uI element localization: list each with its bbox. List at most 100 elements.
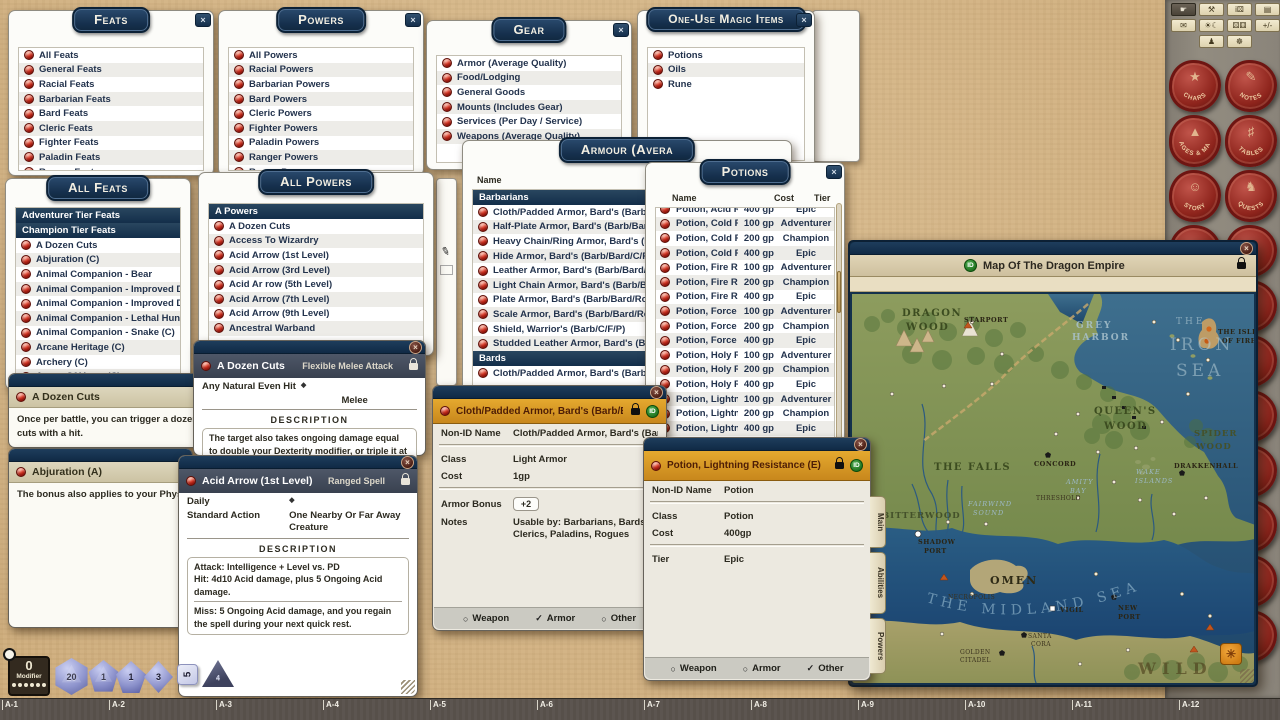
radio-mark-icon[interactable]: ○	[601, 614, 606, 624]
plus-minus-button[interactable]: +/-	[1255, 19, 1280, 32]
radio-mark-icon[interactable]: ○	[743, 664, 748, 674]
window-bar[interactable]: ×	[644, 438, 870, 451]
die-d20[interactable]: 20	[54, 658, 89, 695]
link-orb-icon[interactable]	[478, 368, 488, 378]
table-row[interactable]: Potion, Lightning Resistar 400 gp Epic	[656, 421, 834, 436]
die-d10[interactable]: 1	[116, 661, 146, 693]
power-description[interactable]: Attack: Intelligence + Level vs. PD Hit:…	[187, 557, 409, 635]
radio-mark-icon[interactable]: ✓	[807, 663, 815, 674]
link-orb-icon[interactable]	[214, 323, 224, 333]
link-orb-icon[interactable]	[21, 299, 31, 309]
list-item[interactable]: Bard Powers	[229, 92, 413, 107]
tab-powers[interactable]: Powers	[870, 618, 886, 674]
character-button[interactable]: ♟	[1199, 35, 1224, 48]
window-bar[interactable]: ×	[194, 341, 425, 354]
seal-images-maps[interactable]: ▲IMAGES & MAPS	[1169, 115, 1221, 167]
modifier-box[interactable]: 0 Modifier	[8, 656, 50, 696]
identified-icon[interactable]: ID	[850, 459, 863, 472]
close-icon[interactable]: ×	[1240, 242, 1253, 255]
group-bar[interactable]: Champion Tier Feats	[16, 223, 180, 238]
link-orb-icon[interactable]	[442, 102, 452, 112]
table-row[interactable]: Potion, Acid Resistance ( 400 gp Epic	[656, 207, 834, 217]
list-item[interactable]: All Powers	[229, 48, 413, 63]
list-item[interactable]: Acid Arrow (1st Level)	[209, 248, 423, 263]
link-orb-icon[interactable]	[24, 152, 34, 162]
window-title-gear[interactable]: Gear	[491, 17, 566, 43]
identified-icon[interactable]: ID	[646, 405, 659, 418]
table-row[interactable]: Potion, Fire Resistance (A 100 gp Advent…	[656, 260, 834, 275]
link-orb-icon[interactable]	[21, 357, 31, 367]
field-value[interactable]: Usable by: Barbarians, Bards, Clerics, P…	[513, 517, 653, 542]
table-list-button[interactable]: ▤	[1255, 3, 1280, 16]
link-orb-icon[interactable]	[24, 65, 34, 75]
window-title-all-feats[interactable]: All Feats	[46, 175, 150, 201]
list-item[interactable]: Archery (C)	[16, 355, 180, 370]
list-item[interactable]: Fighter Powers	[229, 121, 413, 136]
list-item[interactable]: Cleric Feats	[19, 121, 203, 136]
table-row[interactable]: Potion, Cold Resistance (C 200 gp Champi…	[656, 231, 834, 246]
link-orb-icon[interactable]	[234, 123, 244, 133]
list-item[interactable]: Arcane Heritage (C)	[16, 340, 180, 355]
list-item[interactable]: Barbarian Powers	[229, 77, 413, 92]
link-orb-icon[interactable]	[24, 123, 34, 133]
dice-info-button[interactable]: i⚄	[1227, 3, 1252, 16]
map-image[interactable]: The Midland Sea DragonWoodStarportGreyHa…	[852, 294, 1254, 683]
table-row[interactable]: Potion, Cold Resistance (E 400 gp Epic	[656, 246, 834, 261]
link-orb-icon[interactable]	[660, 233, 670, 243]
list-item[interactable]: Paladin Powers	[229, 136, 413, 151]
link-orb-icon[interactable]	[234, 138, 244, 148]
identified-icon[interactable]: ID	[964, 259, 977, 272]
table-row[interactable]: Potion, Holy Resistance (A 100 gp Advent…	[656, 348, 834, 363]
die-d8[interactable]: 3	[144, 661, 173, 693]
list-item[interactable]: Rune	[648, 77, 804, 92]
window-title-potions[interactable]: Potions	[700, 159, 791, 185]
link-orb-icon[interactable]	[651, 461, 661, 471]
list-item[interactable]: Potions	[648, 48, 804, 63]
seal-story[interactable]: ☺STORY	[1169, 170, 1221, 222]
link-orb-icon[interactable]	[478, 280, 488, 290]
link-orb-icon[interactable]	[24, 94, 34, 104]
map-share-icon[interactable]: ✳	[1220, 643, 1242, 665]
map-title-bar[interactable]: ID Map Of The Dragon Empire	[850, 255, 1256, 277]
tab-abilities[interactable]: Abilities	[870, 552, 886, 614]
tab-main[interactable]: Main	[870, 496, 886, 548]
link-orb-icon[interactable]	[16, 467, 26, 477]
close-icon[interactable]: ×	[650, 386, 663, 399]
list-item[interactable]: Armor (Average Quality)	[437, 56, 621, 71]
lock-icon[interactable]	[835, 462, 844, 469]
link-orb-icon[interactable]	[234, 50, 244, 60]
link-orb-icon[interactable]	[653, 65, 663, 75]
link-orb-icon[interactable]	[478, 295, 488, 305]
table-row[interactable]: Potion, Fire Resistance (C 200 gp Champi…	[656, 275, 834, 290]
link-orb-icon[interactable]	[653, 50, 663, 60]
window-title-powers[interactable]: Powers	[276, 7, 366, 33]
list-item[interactable]: Ranger Powers	[229, 150, 413, 165]
list-item[interactable]: Acid Arrow (3rd Level)	[209, 263, 423, 278]
die-d12[interactable]: 1	[88, 660, 119, 693]
list-item[interactable]: Food/Lodging	[437, 71, 621, 86]
window-bar[interactable]: ×	[179, 456, 417, 469]
map-window-bar[interactable]: ×	[850, 242, 1256, 255]
radio-mark-icon[interactable]: ✓	[535, 613, 543, 624]
scrollbar[interactable]	[836, 203, 842, 443]
close-icon[interactable]: ×	[409, 341, 422, 354]
window-title-armour[interactable]: Armour (Avera	[559, 137, 695, 163]
power-header[interactable]: A Dozen Cuts Flexible Melee Attack	[194, 354, 425, 378]
link-orb-icon[interactable]	[24, 79, 34, 89]
feat-header[interactable]: Abjuration (A)	[9, 462, 192, 483]
die-d6[interactable]: 5	[177, 664, 198, 685]
field-value[interactable]: Light Armor	[513, 454, 658, 465]
link-orb-icon[interactable]	[478, 222, 488, 232]
link-orb-icon[interactable]	[478, 207, 488, 217]
list-item[interactable]: Cleric Powers	[229, 106, 413, 121]
list-item[interactable]: Acid Arrow (9th Level)	[209, 307, 423, 322]
close-icon[interactable]: ×	[195, 13, 211, 27]
radio-option[interactable]: ○Weapon	[463, 613, 509, 624]
list-item[interactable]: Bard Feats	[19, 106, 203, 121]
window-title-all-powers[interactable]: All Powers	[258, 169, 374, 195]
link-orb-icon[interactable]	[660, 277, 670, 287]
link-orb-icon[interactable]	[201, 361, 211, 371]
lock-icon[interactable]	[409, 363, 418, 370]
item-header[interactable]: Potion, Lightning Resistance (E) ID	[644, 451, 870, 481]
link-orb-icon[interactable]	[660, 365, 670, 375]
